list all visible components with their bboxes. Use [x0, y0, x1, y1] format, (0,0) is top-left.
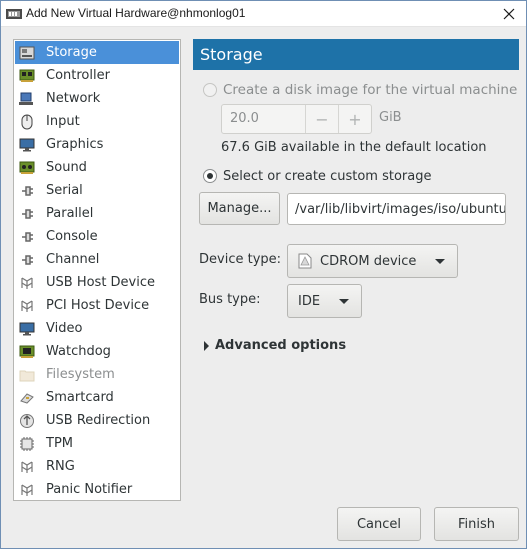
- sidebar-item-label: Console: [46, 229, 98, 244]
- sidebar-item-parallel[interactable]: Parallel: [15, 202, 179, 225]
- sidebar-item-label: Sound: [46, 160, 87, 175]
- sidebar-item-storage[interactable]: Storage: [15, 41, 179, 64]
- disk-icon: [18, 45, 36, 61]
- page-header: Storage: [193, 39, 519, 70]
- sidebar-item-label: RNG: [46, 459, 75, 474]
- available-space-text: 67.6 GiB available in the default locati…: [221, 140, 487, 155]
- window-title: Add New Virtual Hardware@nhmonlog01: [26, 6, 246, 20]
- controller-icon: [18, 68, 36, 84]
- sidebar-item-graphics[interactable]: Graphics: [15, 133, 179, 156]
- sidebar-item-tpm[interactable]: TPM: [15, 432, 179, 455]
- close-button[interactable]: [492, 1, 526, 27]
- close-icon: [503, 8, 515, 20]
- expander-arrow-icon: [204, 340, 209, 351]
- sidebar-item-label: Video: [46, 321, 83, 336]
- sidebar-item-label: Network: [46, 91, 101, 106]
- sidebar-item-video[interactable]: Video: [15, 317, 179, 340]
- sidebar-item-channel[interactable]: Channel: [15, 248, 179, 271]
- sidebar-item-label: Input: [46, 114, 80, 129]
- device-icon: [18, 482, 36, 498]
- device-type-dropdown[interactable]: CDROM device: [287, 244, 458, 278]
- sidebar-item-pci-host-device[interactable]: PCI Host Device: [15, 294, 179, 317]
- folder-icon: [18, 367, 36, 383]
- smartcard-icon: [18, 390, 36, 406]
- plug-icon: [18, 206, 36, 222]
- bus-type-label: Bus type:: [199, 292, 261, 307]
- plug-icon: [18, 229, 36, 245]
- device-icon: [18, 298, 36, 314]
- sidebar-item-serial[interactable]: Serial: [15, 179, 179, 202]
- increment-button[interactable]: +: [338, 105, 371, 133]
- advanced-options-expander[interactable]: Advanced options: [204, 338, 346, 353]
- bus-type-dropdown[interactable]: IDE: [287, 284, 362, 318]
- page-title: Storage: [200, 45, 263, 64]
- monitor-icon: [18, 321, 36, 337]
- device-type-label: Device type:: [199, 252, 282, 267]
- sidebar-item-rng[interactable]: RNG: [15, 455, 179, 478]
- disk-size-spinner[interactable]: 20.0 − +: [221, 104, 372, 134]
- storage-path-field[interactable]: [287, 193, 506, 225]
- sidebar-item-label: Serial: [46, 183, 83, 198]
- sidebar-item-watchdog[interactable]: Watchdog: [15, 340, 179, 363]
- watchdog-icon: [18, 344, 36, 360]
- title-bar: Add New Virtual Hardware@nhmonlog01: [1, 1, 526, 27]
- sidebar-item-label: Controller: [46, 68, 110, 83]
- custom-storage-radio[interactable]: [203, 169, 217, 183]
- sidebar-item-label: Watchdog: [46, 344, 111, 359]
- add-hardware-dialog: Add New Virtual Hardware@nhmonlog01 Stor…: [0, 0, 527, 549]
- custom-storage-label: Select or create custom storage: [223, 169, 432, 184]
- create-disk-radio[interactable]: [203, 83, 217, 97]
- sidebar-item-label: Smartcard: [46, 390, 114, 405]
- finish-button[interactable]: Finish: [434, 507, 519, 541]
- manage-button[interactable]: Manage...: [199, 192, 280, 225]
- sidebar-item-usb-redirection[interactable]: USB Redirection: [15, 409, 179, 432]
- cancel-button[interactable]: Cancel: [337, 507, 421, 541]
- sidebar-item-label: Filesystem: [46, 367, 115, 382]
- decrement-button[interactable]: −: [305, 105, 338, 133]
- sidebar-item-label: Parallel: [46, 206, 94, 221]
- usb-redirect-icon: [18, 413, 36, 429]
- sidebar-item-panic-notifier[interactable]: Panic Notifier: [15, 478, 179, 501]
- chevron-down-icon: [435, 258, 445, 264]
- device-icon: [18, 459, 36, 475]
- mouse-icon: [18, 114, 36, 130]
- sidebar-item-label: Panic Notifier: [46, 482, 133, 497]
- virt-manager-icon: [6, 9, 22, 19]
- sidebar-item-usb-host-device[interactable]: USB Host Device: [15, 271, 179, 294]
- sidebar-item-network[interactable]: Network: [15, 87, 179, 110]
- cdrom-icon: [298, 253, 312, 269]
- plug-icon: [18, 183, 36, 199]
- sidebar-item-smartcard[interactable]: Smartcard: [15, 386, 179, 409]
- sidebar-item-label: Storage: [46, 45, 97, 60]
- device-icon: [18, 275, 36, 291]
- monitor-icon: [18, 137, 36, 153]
- sidebar-item-controller[interactable]: Controller: [15, 64, 179, 87]
- device-type-value: CDROM device: [320, 253, 417, 269]
- advanced-options-label: Advanced options: [215, 338, 347, 353]
- plug-icon: [18, 252, 36, 268]
- sidebar-item-label: Graphics: [46, 137, 104, 152]
- network-icon: [18, 91, 36, 107]
- sidebar-item-label: USB Host Device: [46, 275, 156, 290]
- sidebar-item-console[interactable]: Console: [15, 225, 179, 248]
- sidebar-item-filesystem: Filesystem: [15, 363, 179, 386]
- sound-card-icon: [18, 160, 36, 176]
- create-disk-label: Create a disk image for the virtual mach…: [223, 82, 518, 98]
- bus-type-value: IDE: [298, 293, 321, 309]
- sidebar-item-sound[interactable]: Sound: [15, 156, 179, 179]
- storage-path-input[interactable]: [288, 194, 505, 224]
- chip-icon: [18, 436, 36, 452]
- sidebar-item-label: USB Redirection: [46, 413, 151, 428]
- size-unit-label: GiB: [379, 110, 402, 125]
- sidebar-item-label: TPM: [46, 436, 73, 451]
- sidebar-item-input[interactable]: Input: [15, 110, 179, 133]
- sidebar-item-label: PCI Host Device: [46, 298, 150, 313]
- disk-size-value: 20.0: [230, 111, 259, 126]
- hardware-type-list: Storage Controller Network Input Graphics Sou…: [13, 39, 181, 501]
- chevron-down-icon: [339, 298, 349, 304]
- sidebar-item-label: Channel: [46, 252, 100, 267]
